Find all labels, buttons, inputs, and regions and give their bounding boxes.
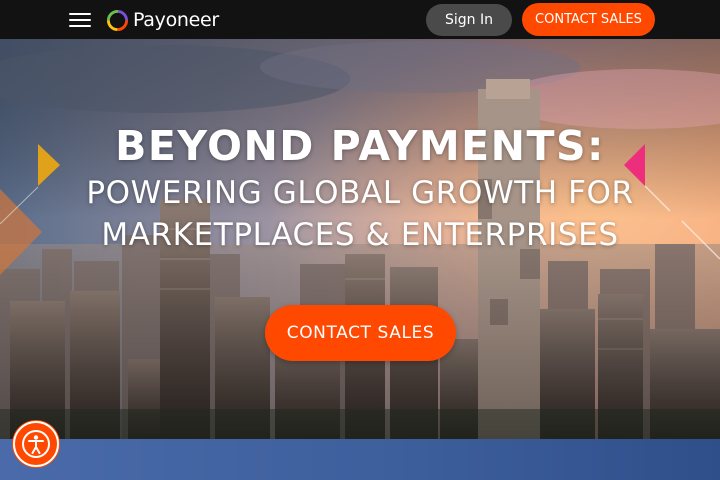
hamburger-menu-icon[interactable] xyxy=(69,11,93,29)
hero-title: BEYOND PAYMENTS: xyxy=(115,122,605,170)
payoneer-logo[interactable]: Payoneer xyxy=(106,7,219,33)
contact-sales-header-button[interactable]: CONTACT SALES xyxy=(522,3,655,36)
payoneer-ring-icon xyxy=(106,9,129,31)
logo-wordmark: Payoneer xyxy=(133,9,219,31)
hero-subtitle-line-1: POWERING GLOBAL GROWTH FOR xyxy=(86,175,634,211)
top-navigation-bar: Payoneer Sign In CONTACT SALES xyxy=(0,0,720,39)
accessibility-button[interactable] xyxy=(13,421,59,467)
hero-subtitle-line-2: MARKETPLACES & ENTERPRISES xyxy=(101,217,619,253)
accessibility-person-icon xyxy=(22,430,50,458)
hero-banner: BEYOND PAYMENTS: POWERING GLOBAL GROWTH … xyxy=(0,39,720,439)
sign-in-button[interactable]: Sign In xyxy=(426,4,512,36)
contact-sales-hero-button[interactable]: CONTACT SALES xyxy=(265,305,456,361)
next-section-band xyxy=(0,439,720,480)
